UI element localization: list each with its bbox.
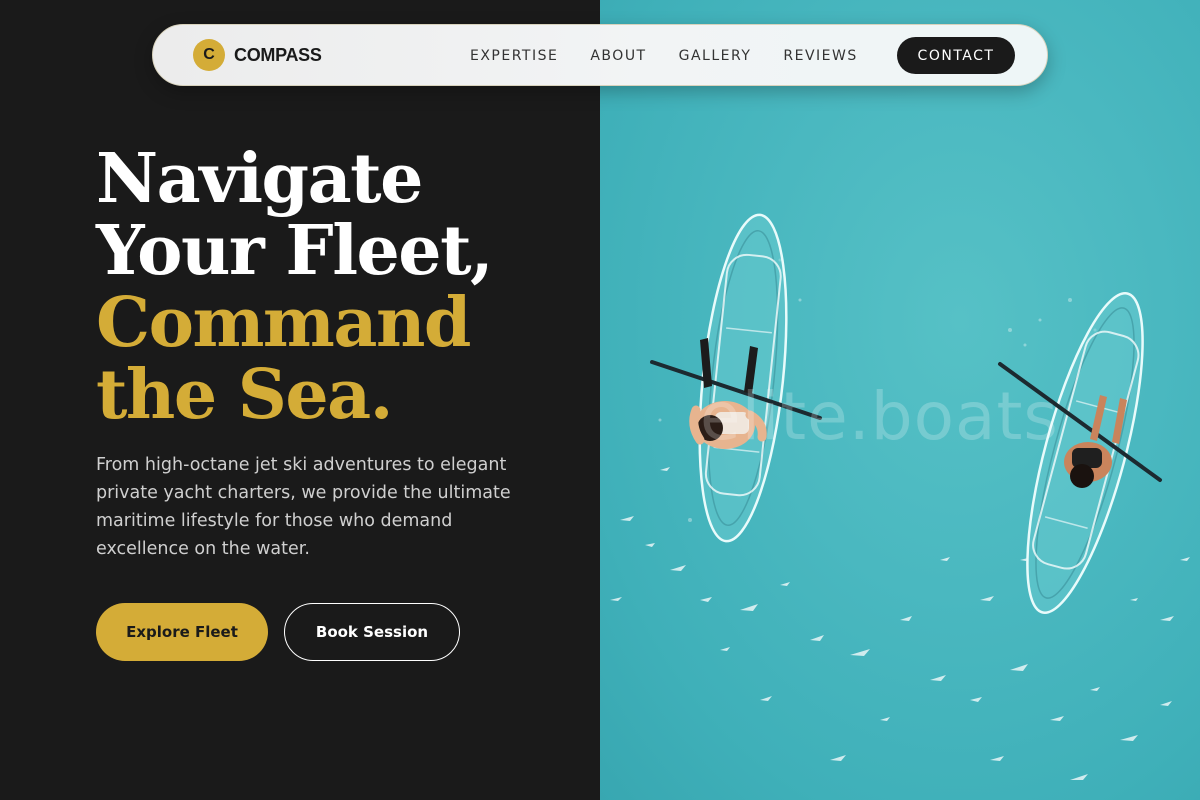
- book-session-button[interactable]: Book Session: [284, 603, 460, 661]
- nav-link-reviews[interactable]: REVIEWS: [783, 48, 857, 64]
- brand-logo[interactable]: C COMPASS: [193, 39, 322, 71]
- hero-description: From high-octane jet ski adventures to e…: [96, 455, 511, 559]
- hero-title-accent-2: the Sea.: [96, 355, 393, 435]
- watermark-text: elite.boats: [700, 378, 1059, 455]
- hero-title-line-1: Navigate: [96, 139, 423, 219]
- contact-button[interactable]: CONTACT: [897, 37, 1015, 74]
- compass-logo-icon: C: [193, 39, 225, 71]
- brand-name: COMPASS: [234, 44, 322, 65]
- nav-link-about[interactable]: ABOUT: [590, 48, 646, 64]
- explore-fleet-button[interactable]: Explore Fleet: [96, 603, 268, 661]
- nav-link-gallery[interactable]: GALLERY: [679, 48, 752, 64]
- nav-link-expertise[interactable]: EXPERTISE: [470, 48, 558, 64]
- hero-title-line-2: Your Fleet,: [96, 211, 494, 291]
- hero-title: Navigate Your Fleet, Command the Sea.: [96, 139, 494, 435]
- top-navbar: C COMPASS EXPERTISE ABOUT GALLERY REVIEW…: [152, 24, 1048, 86]
- nav-links: EXPERTISE ABOUT GALLERY REVIEWS: [470, 25, 890, 87]
- hero-title-accent-1: Command: [96, 283, 471, 363]
